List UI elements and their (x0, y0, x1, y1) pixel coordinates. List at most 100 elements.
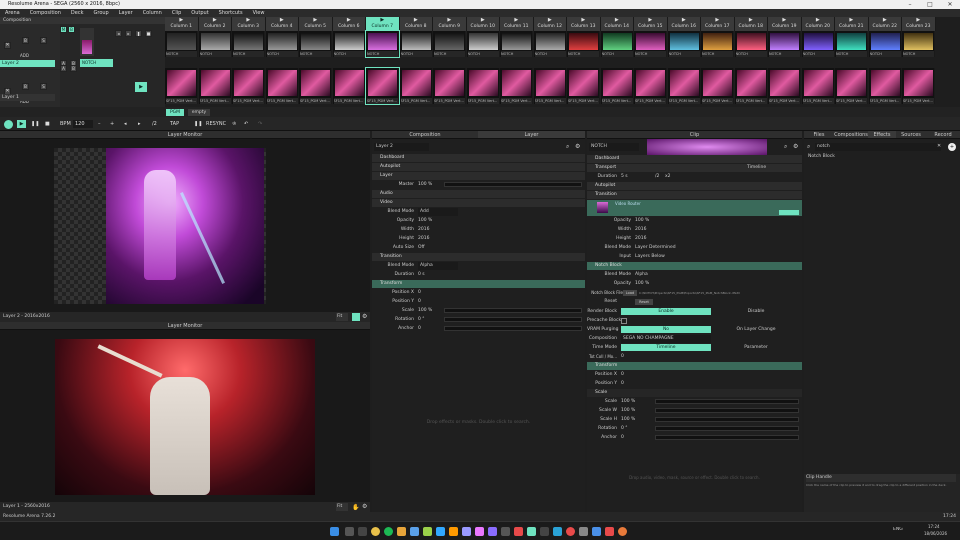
column-play-icon[interactable]: ▶ (567, 17, 600, 24)
clip-slot-layer2[interactable]: NOTCH (466, 31, 500, 57)
clip-scale-slider[interactable] (655, 399, 799, 404)
maximize-icon[interactable]: □ (920, 0, 940, 9)
clip-slot-layer1[interactable]: SF15_PGM Vert... (399, 68, 433, 104)
column-header-23[interactable]: ▶ Column 23 (902, 17, 936, 31)
width-value[interactable]: 2016 (418, 226, 429, 234)
clip-scalew-slider[interactable] (655, 408, 799, 413)
notepad-icon[interactable] (410, 527, 419, 536)
master-slider[interactable] (444, 182, 582, 187)
next-icon[interactable]: ▸ (125, 30, 132, 37)
file-explorer-icon[interactable] (397, 527, 406, 536)
clip-section-transform[interactable]: Transform (587, 362, 802, 370)
column-play-icon[interactable]: ▶ (869, 17, 902, 24)
clip-slot-layer1[interactable]: SF15_PGM Vert... (299, 68, 332, 104)
column-header-5[interactable]: ▶ Column 5 (299, 17, 333, 31)
clip-scale-value[interactable]: 100 % (621, 398, 635, 406)
menu-arena[interactable]: Arena (0, 9, 25, 17)
minimize-icon[interactable]: – (900, 0, 920, 9)
column-play-icon[interactable]: ▶ (500, 17, 533, 24)
layer-add-button[interactable]: ADD (20, 53, 29, 58)
rotation-slider[interactable] (444, 317, 582, 322)
clip-slot-layer1[interactable]: SF15_PGM Vert... (500, 68, 533, 104)
clip-slot-layer2[interactable]: NOTCH (634, 31, 667, 57)
column-play-icon[interactable]: ▶ (668, 17, 701, 24)
stop-button-icon[interactable]: ■ (45, 120, 50, 128)
column-header-12[interactable]: ▶ Column 12 (533, 17, 567, 31)
column-play-icon[interactable]: ▶ (601, 17, 634, 24)
column-play-icon[interactable]: ▶ (266, 17, 299, 24)
taskbar-taskview-icon[interactable] (358, 527, 367, 536)
clip-section-transition[interactable]: Transition (587, 191, 802, 199)
taskbar-app5-icon[interactable] (592, 527, 601, 536)
column-header-8[interactable]: ▶ Column 8 (399, 17, 433, 31)
clip-slot-layer1[interactable]: SF15_PGM Vert... (902, 68, 935, 104)
column-header-11[interactable]: ▶ Column 11 (500, 17, 534, 31)
clip-slot-layer2[interactable]: NOTCH (433, 31, 466, 57)
bpm-minus-icon[interactable]: – (98, 120, 101, 128)
column-header-14[interactable]: ▶ Column 14 (600, 17, 634, 31)
clip-name-input[interactable]: NOTCH (589, 143, 639, 151)
clip-slot-layer1[interactable]: SF15_PGM Vert... (835, 68, 868, 104)
layer-1-play-icon[interactable]: ▶ (135, 82, 147, 92)
duration-value[interactable]: 0 s (418, 271, 425, 279)
fit-dropdown-top[interactable]: Fit (336, 313, 348, 321)
layer-1-solo-button[interactable]: S (40, 83, 47, 90)
transport-mode-select[interactable]: Timeline (747, 164, 766, 172)
menu-layer[interactable]: Layer (114, 9, 138, 17)
layer-2-name-tab[interactable]: Layer 2 (0, 60, 55, 67)
menu-composition[interactable]: Composition (25, 9, 66, 17)
layer-search-icon[interactable]: ⌕ (566, 143, 569, 151)
column-play-icon[interactable]: ▶ (802, 17, 835, 24)
composition-select[interactable]: SEGA NO CHAMPAGNE (621, 335, 711, 343)
clip-slot-layer1[interactable]: SF15_PGM Vert... (533, 68, 567, 104)
clip-slot-layer2[interactable]: NOTCH (801, 31, 835, 57)
clip-slot-layer2[interactable]: NOTCH (365, 30, 400, 58)
notch-icon[interactable] (423, 527, 432, 536)
column-play-icon[interactable]: ▶ (232, 17, 265, 24)
nb-opacity-value[interactable]: 100 % (635, 280, 649, 288)
clip-slot-layer1[interactable]: SF15_PGM Vert... (801, 68, 835, 104)
clip-search-icon[interactable]: ⌕ (784, 143, 787, 151)
menu-output[interactable]: Output (186, 9, 213, 17)
illustrator-icon[interactable] (449, 527, 458, 536)
clip-slot-layer2[interactable]: NOTCH (868, 31, 902, 57)
resolume-icon[interactable] (527, 527, 536, 536)
clip-section-autopilot[interactable]: Autopilot (587, 182, 802, 190)
menu-shortcuts[interactable]: Shortcuts (214, 9, 248, 17)
clip-slot-layer1[interactable]: SF15_PGM Vert... (634, 68, 667, 104)
clip-slot-layer1[interactable]: SF15_PGM Vert... (365, 67, 400, 105)
layer-2-active-clip[interactable]: NOTCH (80, 59, 113, 67)
clip-duration-value[interactable]: 5 s (621, 173, 628, 181)
clip-rotation-slider[interactable] (655, 426, 799, 431)
layer-1-a-button[interactable]: A (60, 65, 67, 72)
clip-blend-select[interactable]: Layer Determined (635, 244, 676, 252)
deck-tab-pgm[interactable]: PGM (166, 109, 184, 116)
clip-scalew-value[interactable]: 100 % (621, 407, 635, 415)
clip-slot-layer2[interactable]: NOTCH (198, 31, 232, 57)
language-indicator[interactable]: ENG (893, 527, 903, 532)
stop-icon[interactable]: ■ (145, 30, 152, 37)
premiere-icon[interactable] (475, 527, 484, 536)
prev-icon[interactable]: ◂ (115, 30, 122, 37)
layer-settings-icon[interactable]: ⚙ (575, 143, 580, 150)
notch-block-section[interactable]: Notch Block (587, 262, 802, 270)
taskbar-search-icon[interactable] (345, 527, 354, 536)
column-header-15[interactable]: ▶ Column 15 (634, 17, 668, 31)
telegram-icon[interactable] (553, 527, 562, 536)
taskbar-app4-icon[interactable] (579, 527, 588, 536)
clip-anchor-value[interactable]: 0 (621, 434, 624, 442)
section-transform[interactable]: Transform (372, 280, 585, 288)
video-router-controls[interactable] (779, 210, 799, 215)
column-play-icon[interactable]: ▶ (835, 17, 868, 24)
tab-effects[interactable]: Effects (868, 131, 896, 139)
menu-deck[interactable]: Deck (66, 9, 89, 17)
media-encoder-icon[interactable] (488, 527, 497, 536)
scale-slider[interactable] (444, 308, 582, 313)
posx-value[interactable]: 0 (418, 289, 421, 297)
column-play-icon[interactable]: ▶ (333, 17, 366, 24)
clip-duration-half[interactable]: /2 (655, 173, 659, 181)
height-value[interactable]: 2016 (418, 235, 429, 243)
pause-small-icon[interactable]: ❚❚ (194, 120, 202, 128)
windows-start-icon[interactable] (330, 527, 339, 536)
column-play-icon[interactable]: ▶ (433, 17, 466, 24)
